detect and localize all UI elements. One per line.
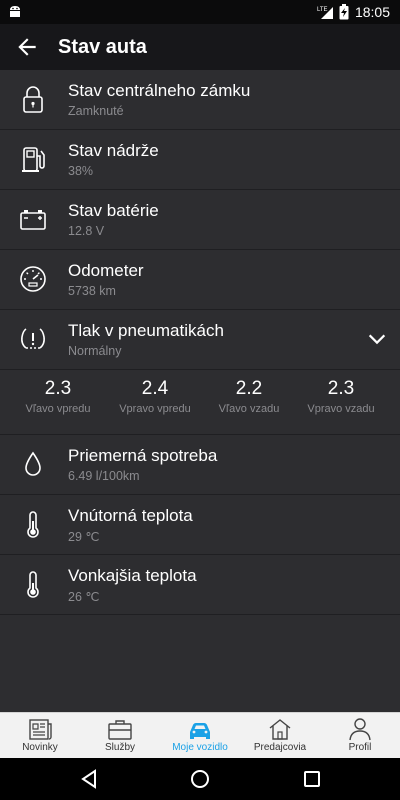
drop-icon [25,451,41,476]
row-label: Priemerná spotreba [68,446,218,465]
nav-item-services[interactable]: Služby [80,713,160,759]
nav-label: Predajcovia [253,742,307,753]
nav-label: Služby [104,742,135,753]
chevron-down-icon[interactable] [366,328,388,350]
tire-position: Vpravo vzadu [307,403,375,415]
row-value: 26 ℃ [68,590,100,604]
nav-item-dealers[interactable]: Predajcovia [240,713,320,759]
list-item-inside-temperature[interactable]: Vnútorná teplota 29 ℃ [0,495,400,555]
nav-item-news[interactable]: Novinky [0,713,80,759]
briefcase-icon [108,720,132,740]
tire-rear-right: 2.3 Vpravo vzadu [296,378,386,415]
system-navigation-bar [0,758,400,800]
status-time: 18:05 [354,4,390,20]
row-value: Zamknuté [68,104,124,118]
signal-icon: LTE [317,7,333,19]
row-label: Vonkajšia teplota [68,566,197,585]
tire-rear-left: 2.2 Vľavo vzadu [204,378,294,415]
car-icon [190,723,210,739]
android-icon [10,6,20,17]
nav-item-profile[interactable]: Profil [320,713,400,759]
row-label: Stav batérie [68,201,159,220]
row-label: Stav centrálneho zámku [68,81,251,100]
home-circle-icon[interactable] [189,768,211,790]
list-item-fuel[interactable]: Stav nádrže 38% [0,130,400,190]
nav-label: Novinky [22,742,58,753]
tire-front-left: 2.3 Vľavo vpredu [13,378,103,415]
tire-value: 2.3 [327,378,355,399]
row-value: Normálny [68,344,122,358]
app-bar: Stav auta [0,24,400,70]
newspaper-icon [29,719,52,740]
back-triangle-icon[interactable] [78,768,100,790]
tire-value: 2.2 [235,378,263,399]
bottom-navigation: Novinky Služby Moje vozidlo Predajcovia … [0,712,400,759]
row-value: 6.49 l/100km [68,469,140,483]
row-label: Tlak v pneumatikách [68,321,224,340]
tire-value: 2.3 [44,378,72,399]
recents-square-icon[interactable] [301,768,323,790]
person-icon [349,718,371,741]
vehicle-status-list: Stav centrálneho zámku Zamknuté Stav nád… [0,70,400,615]
nav-item-my-vehicle[interactable]: Moje vozidlo [160,713,240,759]
tire-position: Vľavo vpredu [25,403,91,415]
back-arrow-icon[interactable] [14,34,40,60]
thermometer-icon [27,511,39,538]
tire-value: 2.4 [141,378,169,399]
row-value: 38% [68,164,94,178]
car-battery-icon [20,210,46,230]
list-item-outside-temperature[interactable]: Vonkajšia teplota 26 ℃ [0,555,400,615]
list-item-tire-pressure[interactable]: Tlak v pneumatikách Normálny [0,310,400,370]
battery-charging-icon [339,4,349,20]
thermometer-icon [27,571,39,598]
speedometer-icon [20,266,46,292]
tire-pressure-details: 2.3 Vľavo vpredu 2.4 Vpravo vpredu 2.2 V… [0,370,400,435]
tire-position: Vľavo vzadu [218,403,280,415]
row-label: Stav nádrže [68,141,159,160]
row-label: Odometer [68,261,144,280]
list-item-central-lock[interactable]: Stav centrálneho zámku Zamknuté [0,70,400,130]
nav-label: Moje vozidlo [172,742,228,753]
list-item-odometer[interactable]: Odometer 5738 km [0,250,400,310]
list-item-consumption[interactable]: Priemerná spotreba 6.49 l/100km [0,435,400,495]
row-value: 5738 km [68,284,116,298]
page-title: Stav auta [58,36,147,58]
row-value: 29 ℃ [68,530,100,544]
row-label: Vnútorná teplota [68,506,193,525]
tire-position: Vpravo vpredu [119,403,191,415]
lte-icon: LTE [317,7,328,13]
lock-icon [23,86,43,113]
house-icon [269,719,291,740]
tire-front-right: 2.4 Vpravo vpredu [110,378,200,415]
fuel-pump-icon [22,147,45,172]
row-value: 12.8 V [68,224,105,238]
list-item-battery[interactable]: Stav batérie 12.8 V [0,190,400,250]
tire-pressure-icon [21,328,45,349]
nav-label: Profil [348,742,372,753]
status-bar: LTE 18:05 [0,0,400,24]
